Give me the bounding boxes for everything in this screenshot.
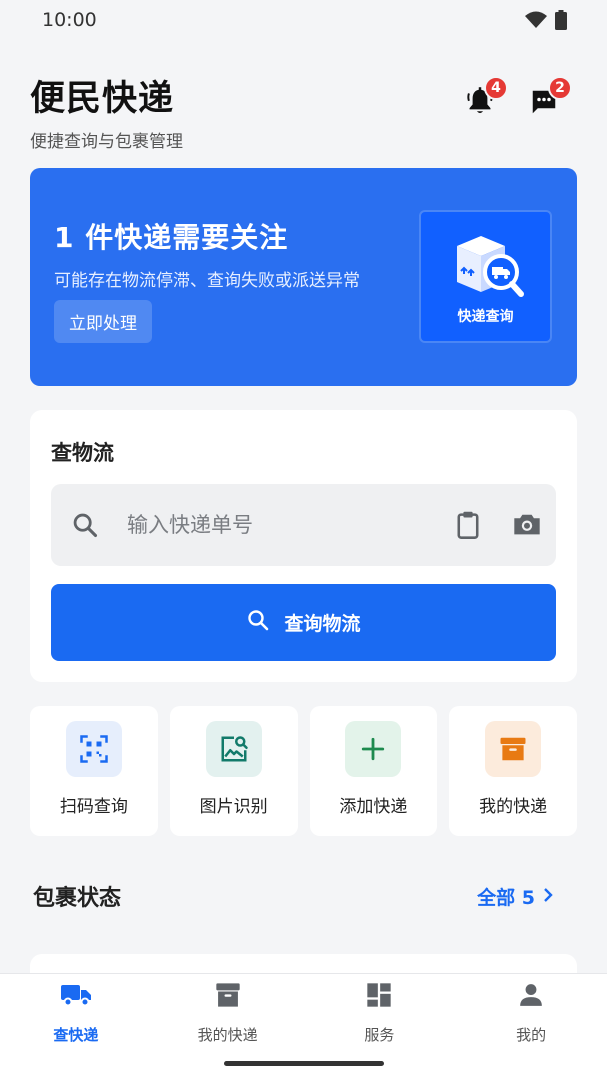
shortcut-grid: 扫码查询 图片识别 添加快递 我的快递 (30, 706, 577, 836)
shortcut-add-package[interactable]: 添加快递 (309, 706, 438, 836)
dashboard-icon (363, 979, 395, 1011)
messages-badge: 2 (548, 76, 572, 100)
express-query-illustration: 快递查询 (419, 210, 552, 343)
paste-clipboard-icon[interactable] (454, 510, 482, 544)
package-status-header: 包裹状态 全部 5 (33, 880, 553, 912)
tracking-search-card: 查物流 查询物流 (30, 410, 577, 682)
archive-box-icon (212, 979, 244, 1011)
shortcut-label: 图片识别 (199, 797, 268, 817)
shortcut-label: 扫码查询 (59, 797, 128, 817)
status-bar: 10:00 (0, 0, 607, 42)
search-icon (246, 608, 270, 637)
view-all-link[interactable]: 全部 5 (477, 883, 553, 910)
chevron-right-icon (543, 886, 553, 908)
search-box (51, 484, 556, 566)
app-header: 便民快递 便捷查询与包裹管理 4 2 (30, 70, 577, 152)
search-card-title: 查物流 (51, 441, 114, 465)
package-status-title: 包裹状态 (33, 886, 122, 911)
alert-banner[interactable]: 1 件快递需要关注 可能存在物流停滞、查询失败或派送异常 立即处理 快递查询 (30, 168, 577, 386)
tab-label: 我的 (516, 1026, 547, 1044)
tracking-number-input[interactable] (127, 506, 427, 544)
tab-track[interactable]: 查快递 (0, 974, 152, 1080)
home-indicator[interactable] (224, 1061, 384, 1066)
shortcut-image-recognition[interactable]: 图片识别 (169, 706, 298, 836)
archive-box-icon (485, 721, 542, 777)
query-logistics-button[interactable]: 查询物流 (51, 584, 556, 661)
qr-scan-icon (65, 721, 122, 777)
truck-icon (60, 979, 92, 1011)
banner-description: 可能存在物流停滞、查询失败或派送异常 (54, 271, 360, 291)
query-logistics-label: 查询物流 (284, 613, 361, 635)
tab-profile[interactable]: 我的 (455, 974, 607, 1080)
tab-label: 我的快递 (197, 1026, 258, 1044)
search-icon (71, 511, 99, 543)
notifications-button[interactable]: 4 (460, 76, 508, 124)
shortcut-label: 我的快递 (479, 797, 548, 817)
package-search-icon (451, 230, 527, 306)
status-icons (525, 10, 567, 34)
plus-icon (345, 721, 402, 777)
notifications-badge: 4 (484, 76, 508, 100)
status-time: 10:00 (42, 9, 97, 31)
shortcut-label: 添加快递 (339, 797, 408, 817)
wifi-icon (525, 11, 547, 33)
banner-title: 1 件快递需要关注 (54, 221, 289, 254)
image-search-icon (205, 721, 262, 777)
tab-label: 服务 (364, 1026, 395, 1044)
tab-label: 查快递 (53, 1026, 99, 1044)
shortcut-scan-query[interactable]: 扫码查询 (30, 706, 158, 836)
person-icon (515, 979, 547, 1011)
camera-icon[interactable] (512, 510, 542, 542)
handle-now-button[interactable]: 立即处理 (54, 300, 152, 343)
messages-button[interactable]: 2 (524, 76, 572, 124)
banner-image-label: 快递查询 (457, 309, 514, 325)
battery-icon (555, 10, 567, 34)
app-subtitle: 便捷查询与包裹管理 (30, 132, 183, 152)
shortcut-my-packages[interactable]: 我的快递 (449, 706, 577, 836)
view-all-label: 全部 5 (477, 887, 535, 909)
